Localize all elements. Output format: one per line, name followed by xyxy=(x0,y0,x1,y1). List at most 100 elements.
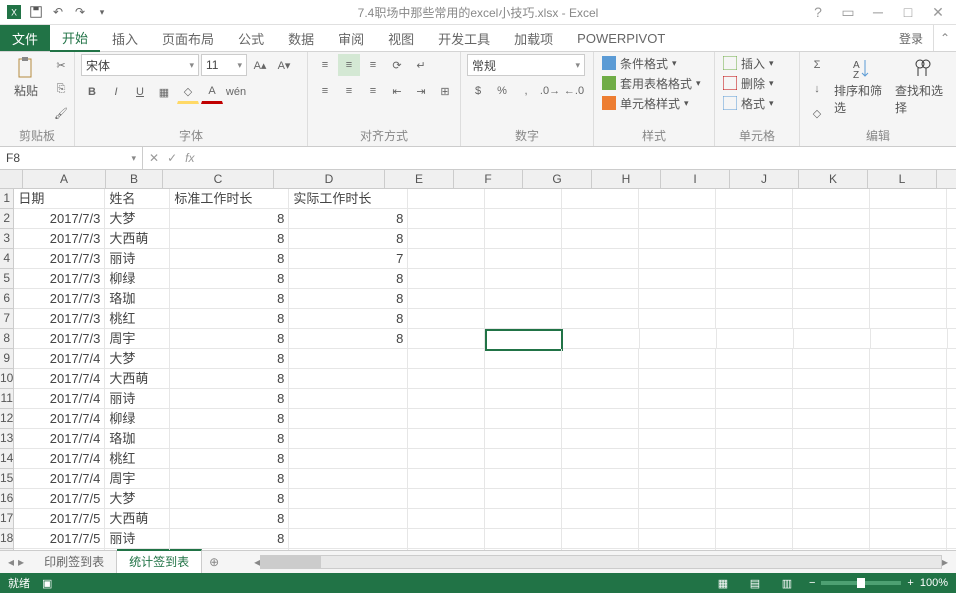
cell-B11[interactable]: 丽诗 xyxy=(105,389,170,408)
delete-cells-button[interactable]: 删除▾ xyxy=(721,74,776,92)
cell-K11[interactable] xyxy=(870,389,947,408)
cell-H15[interactable] xyxy=(639,469,716,488)
cell-L2[interactable] xyxy=(947,209,956,228)
cell-L16[interactable] xyxy=(947,489,956,508)
cell-E3[interactable] xyxy=(408,229,485,248)
cell-G15[interactable] xyxy=(562,469,639,488)
cell-G3[interactable] xyxy=(562,229,639,248)
font-name-select[interactable]: 宋体▾ xyxy=(81,54,199,76)
col-header-J[interactable]: J xyxy=(730,170,799,188)
cell-L13[interactable] xyxy=(947,429,956,448)
cell-G5[interactable] xyxy=(562,269,639,288)
row-header-4[interactable]: 4 xyxy=(0,249,13,269)
cell-C17[interactable]: 8 xyxy=(170,509,289,528)
minimize-icon[interactable]: ─ xyxy=(866,4,890,21)
cell-H8[interactable] xyxy=(640,329,717,348)
align-left-icon[interactable]: ≡ xyxy=(314,80,336,102)
col-header-A[interactable]: A xyxy=(23,170,106,188)
cell-F12[interactable] xyxy=(485,409,562,428)
cell-J14[interactable] xyxy=(793,449,870,468)
cell-H18[interactable] xyxy=(639,529,716,548)
cell-H17[interactable] xyxy=(639,509,716,528)
cell-E11[interactable] xyxy=(408,389,485,408)
cell-G10[interactable] xyxy=(562,369,639,388)
cell-H4[interactable] xyxy=(639,249,716,268)
cell-K18[interactable] xyxy=(870,529,947,548)
zoom-in-button[interactable]: + xyxy=(907,577,913,589)
cell-C3[interactable]: 8 xyxy=(170,229,289,248)
zoom-out-button[interactable]: − xyxy=(809,577,815,589)
cell-H12[interactable] xyxy=(639,409,716,428)
cell-C10[interactable]: 8 xyxy=(170,369,289,388)
cell-K17[interactable] xyxy=(870,509,947,528)
cell-G12[interactable] xyxy=(562,409,639,428)
cell-G18[interactable] xyxy=(562,529,639,548)
find-select-button[interactable]: 查找和选择 xyxy=(893,54,950,118)
cell-I10[interactable] xyxy=(716,369,793,388)
cell-B9[interactable]: 大梦 xyxy=(105,349,170,368)
cell-H19[interactable] xyxy=(639,549,716,550)
cell-C12[interactable]: 8 xyxy=(170,409,289,428)
cell-L15[interactable] xyxy=(947,469,956,488)
cell-J15[interactable] xyxy=(793,469,870,488)
cell-L7[interactable] xyxy=(947,309,956,328)
cell-D17[interactable] xyxy=(289,509,408,528)
insert-cells-button[interactable]: 插入▾ xyxy=(721,54,776,72)
sheet-next-icon[interactable]: ▸ xyxy=(18,555,24,569)
cells-area[interactable]: 日期姓名标准工作时长实际工作时长2017/7/3大梦882017/7/3大西萌8… xyxy=(14,189,956,550)
cell-H10[interactable] xyxy=(639,369,716,388)
cell-L8[interactable] xyxy=(948,329,956,348)
cell-K2[interactable] xyxy=(870,209,947,228)
cell-G19[interactable] xyxy=(562,549,639,550)
col-header-K[interactable]: K xyxy=(799,170,868,188)
cell-C1[interactable]: 标准工作时长 xyxy=(170,189,289,208)
cell-K5[interactable] xyxy=(870,269,947,288)
underline-button[interactable]: U xyxy=(129,81,151,103)
cell-J6[interactable] xyxy=(793,289,870,308)
cell-L12[interactable] xyxy=(947,409,956,428)
cell-K19[interactable] xyxy=(870,549,947,550)
col-header-L[interactable]: L xyxy=(868,170,937,188)
cell-F1[interactable] xyxy=(485,189,562,208)
cell-I13[interactable] xyxy=(716,429,793,448)
phonetic-icon[interactable]: wén xyxy=(225,81,247,103)
col-header-H[interactable]: H xyxy=(592,170,661,188)
wrap-text-icon[interactable]: ↵ xyxy=(410,54,432,76)
cell-C2[interactable]: 8 xyxy=(170,209,289,228)
cell-E13[interactable] xyxy=(408,429,485,448)
cell-G13[interactable] xyxy=(562,429,639,448)
cell-D6[interactable]: 8 xyxy=(289,289,408,308)
cell-A3[interactable]: 2017/7/3 xyxy=(14,229,105,248)
cell-B2[interactable]: 大梦 xyxy=(105,209,170,228)
row-header-2[interactable]: 2 xyxy=(0,209,13,229)
cell-B7[interactable]: 桃红 xyxy=(105,309,170,328)
row-header-3[interactable]: 3 xyxy=(0,229,13,249)
cell-B17[interactable]: 大西萌 xyxy=(105,509,170,528)
cell-C7[interactable]: 8 xyxy=(170,309,289,328)
cell-D9[interactable] xyxy=(289,349,408,368)
cell-G7[interactable] xyxy=(562,309,639,328)
cell-C16[interactable]: 8 xyxy=(170,489,289,508)
cell-L9[interactable] xyxy=(947,349,956,368)
cell-J19[interactable] xyxy=(793,549,870,550)
cell-L10[interactable] xyxy=(947,369,956,388)
cell-C13[interactable]: 8 xyxy=(170,429,289,448)
cell-G16[interactable] xyxy=(562,489,639,508)
cell-C6[interactable]: 8 xyxy=(170,289,289,308)
cell-K15[interactable] xyxy=(870,469,947,488)
cell-E6[interactable] xyxy=(408,289,485,308)
cell-I11[interactable] xyxy=(716,389,793,408)
macro-record-icon[interactable]: ▣ xyxy=(42,577,52,590)
cell-C15[interactable]: 8 xyxy=(170,469,289,488)
row-header-11[interactable]: 11 xyxy=(0,389,13,409)
row-header-16[interactable]: 16 xyxy=(0,489,13,509)
row-header-9[interactable]: 9 xyxy=(0,349,13,369)
cell-F7[interactable] xyxy=(485,309,562,328)
close-icon[interactable]: ✕ xyxy=(926,4,950,21)
cell-E7[interactable] xyxy=(408,309,485,328)
cell-D11[interactable] xyxy=(289,389,408,408)
cell-D4[interactable]: 7 xyxy=(289,249,408,268)
sheet-prev-icon[interactable]: ◂ xyxy=(8,555,14,569)
cell-K9[interactable] xyxy=(870,349,947,368)
cell-I4[interactable] xyxy=(716,249,793,268)
